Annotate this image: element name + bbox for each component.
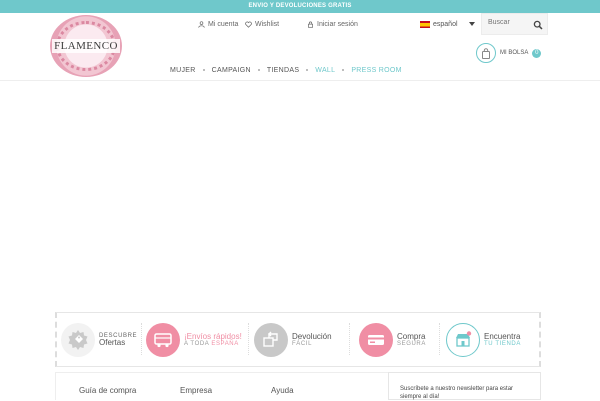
benefit-returns-line1: Devolución <box>292 331 332 341</box>
shopping-bag-button[interactable]: MI BOLSA 0 <box>476 43 542 63</box>
site-header: FLAMENCO Mi cuenta Wishlist Iniciar sesi… <box>0 13 600 81</box>
login-link[interactable]: Iniciar sesión <box>307 17 358 31</box>
nav-item-mujer[interactable]: MUJER <box>170 67 196 74</box>
benefit-store[interactable]: Encuentra TU TIENDA <box>446 322 521 358</box>
nav-separator <box>306 69 309 71</box>
credit-card-icon <box>359 323 393 357</box>
benefit-separator <box>439 323 440 355</box>
promo-text: ENVIO Y DEVOLUCIONES GRATIS <box>248 3 352 9</box>
promo-bar: ENVIO Y DEVOLUCIONES GRATIS <box>0 0 600 13</box>
return-box-icon <box>254 323 288 357</box>
language-label: español <box>433 20 458 28</box>
nav-separator <box>342 69 345 71</box>
newsletter-text: Suscríbete a nuestro newsletter para est… <box>400 386 514 401</box>
wishlist-label: Wishlist <box>255 20 280 28</box>
store-location-icon <box>446 323 480 357</box>
search-box <box>481 13 548 35</box>
benefit-separator <box>141 323 142 355</box>
nav-item-press-room[interactable]: PRESS ROOM <box>351 67 401 74</box>
discount-tag-icon <box>61 323 95 357</box>
chevron-down-icon <box>468 22 475 26</box>
benefit-returns[interactable]: Devolución FÁCIL <box>254 322 332 358</box>
nav-separator <box>202 69 205 71</box>
benefit-returns-line2: FÁCIL <box>292 341 313 348</box>
brand-logo[interactable]: FLAMENCO <box>50 15 122 77</box>
user-icon <box>198 20 205 28</box>
nav-separator <box>257 69 260 71</box>
bag-label: MI BOLSA <box>500 50 529 56</box>
benefit-shipping-line2b: ESPAÑA <box>211 341 239 348</box>
login-label: Iniciar sesión <box>317 20 358 28</box>
newsletter-box: Suscríbete a nuestro newsletter para est… <box>388 372 541 400</box>
nav-item-campaign[interactable]: CAMPAIGN <box>212 67 251 74</box>
search-icon[interactable] <box>533 20 543 30</box>
benefit-secure-line1: Compra <box>397 331 426 341</box>
heart-icon <box>245 21 252 28</box>
lock-icon <box>308 21 313 28</box>
account-link[interactable]: Mi cuenta <box>198 17 238 31</box>
benefit-separator <box>248 323 249 355</box>
language-selector[interactable]: español <box>420 16 475 32</box>
search-input[interactable] <box>488 17 532 27</box>
wishlist-link[interactable]: Wishlist <box>245 17 279 31</box>
benefit-offers[interactable]: DESCUBRE Ofertas <box>61 322 137 358</box>
footer-link-company[interactable]: Empresa <box>180 386 212 395</box>
benefit-secure-line2: SEGURA <box>397 341 426 348</box>
logo-text: FLAMENCO <box>52 39 120 53</box>
benefit-offers-line2: Ofertas <box>99 337 126 347</box>
benefit-shipping-line2a: A TODA <box>184 341 210 348</box>
benefit-shipping-line1: ¡Envíos rápidos! <box>184 331 242 341</box>
spain-flag-icon <box>420 20 430 28</box>
nav-item-tiendas[interactable]: TIENDAS <box>267 67 299 74</box>
nav-item-wall[interactable]: WALL <box>315 67 335 74</box>
footer-link-help[interactable]: Ayuda <box>271 386 294 395</box>
bag-count-badge: 0 <box>532 48 542 58</box>
benefit-secure[interactable]: Compra SEGURA <box>359 322 426 358</box>
main-nav: MUJER CAMPAIGN TIENDAS WALL PRESS ROOM <box>170 64 402 76</box>
bag-icon-wrapper <box>476 43 496 63</box>
delivery-truck-icon <box>146 323 180 357</box>
footer-link-purchase-guide[interactable]: Guía de compra <box>79 386 136 395</box>
account-label: Mi cuenta <box>208 20 239 28</box>
benefit-store-line2: TU TIENDA <box>484 341 521 348</box>
benefits-bar: DESCUBRE Ofertas ¡Envíos rápidos! A TODA… <box>55 312 541 367</box>
benefit-store-line1: Encuentra <box>484 331 521 341</box>
benefit-separator <box>349 323 350 355</box>
shopping-bag-icon <box>482 47 490 59</box>
benefit-shipping[interactable]: ¡Envíos rápidos! A TODA ESPAÑA <box>146 322 242 358</box>
